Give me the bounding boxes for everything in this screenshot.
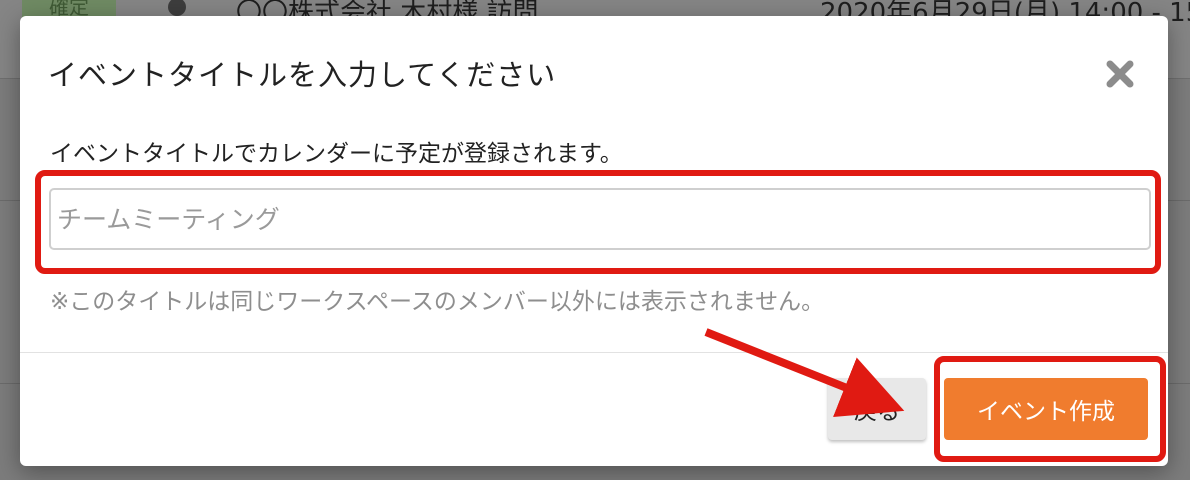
- background-divider: [1168, 383, 1190, 384]
- background-divider: [1168, 200, 1190, 201]
- person-icon: [168, 0, 186, 16]
- event-title-modal: イベントタイトルを入力してください イベントタイトルでカレンダーに予定が登録され…: [20, 16, 1168, 466]
- background-divider: [0, 383, 20, 384]
- close-icon: [1106, 60, 1134, 88]
- background-divider: [0, 200, 20, 201]
- back-button[interactable]: 戻る: [828, 378, 926, 440]
- modal-title: イベントタイトルを入力してください: [48, 58, 557, 92]
- create-event-button[interactable]: イベント作成: [944, 378, 1148, 440]
- visibility-note: ※このタイトルは同じワークスペースのメンバー以外には表示されません。: [50, 289, 825, 315]
- close-button[interactable]: [1100, 54, 1140, 94]
- footer-divider: [20, 352, 1168, 353]
- event-title-input[interactable]: [49, 188, 1151, 250]
- modal-description: イベントタイトルでカレンダーに予定が登録されます。: [50, 141, 623, 167]
